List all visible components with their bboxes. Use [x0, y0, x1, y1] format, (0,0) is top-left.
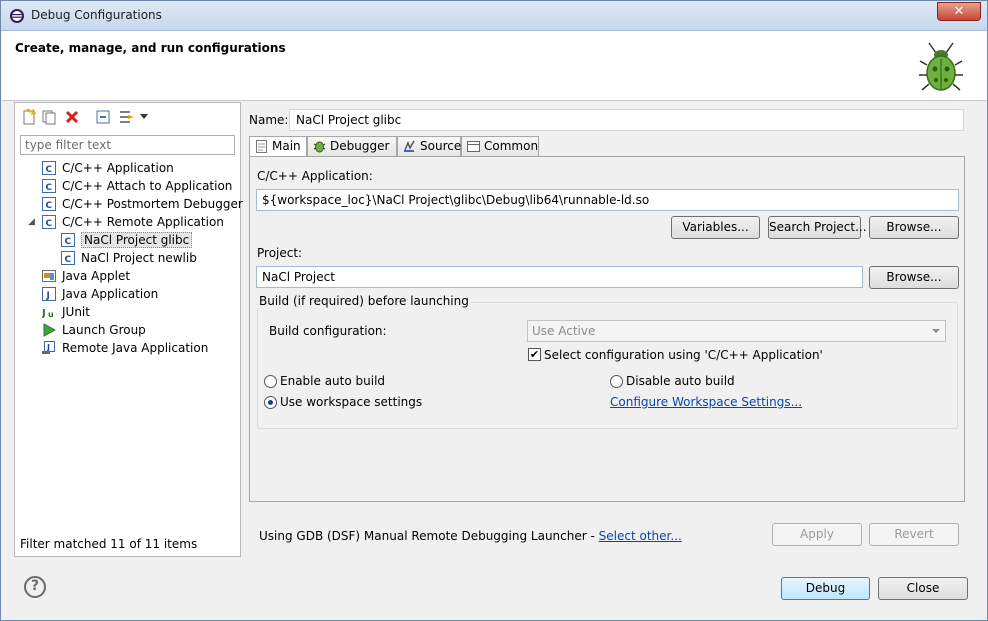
disable-auto-build-radio[interactable]: [610, 375, 623, 388]
tree-item-java-applet[interactable]: Java Applet: [42, 267, 130, 285]
tab-main[interactable]: Main: [249, 136, 307, 157]
filter-icon[interactable]: [119, 109, 135, 125]
browse-project-button[interactable]: Browse...: [869, 266, 959, 289]
c-config-icon: C: [42, 161, 56, 175]
remote-java-icon: J: [42, 341, 55, 354]
tree-item-java-application[interactable]: J Java Application: [42, 285, 158, 303]
svg-text:C: C: [46, 201, 53, 211]
launcher-text: Using GDB (DSF) Manual Remote Debugging …: [259, 529, 595, 543]
help-icon[interactable]: ?: [24, 576, 46, 598]
use-workspace-settings-label: Use workspace settings: [280, 395, 423, 409]
debug-button[interactable]: Debug: [781, 577, 870, 600]
java-applet-icon: [42, 270, 56, 282]
variables-button[interactable]: Variables...: [671, 216, 760, 239]
svg-text:C: C: [46, 219, 53, 229]
tree-item-launch-group[interactable]: Launch Group: [42, 321, 146, 339]
tree-item-remote-java[interactable]: J Remote Java Application: [42, 339, 208, 357]
configurations-toolbar: [15, 103, 240, 129]
select-other-link[interactable]: Select other...: [599, 529, 682, 543]
enable-auto-build-radio[interactable]: [264, 375, 277, 388]
svg-text:u: u: [48, 310, 54, 319]
filter-input[interactable]: [20, 135, 235, 155]
chevron-down-icon: [932, 329, 940, 333]
c-config-icon: C: [61, 251, 75, 265]
launch-group-icon: [43, 323, 56, 337]
project-label: Project:: [257, 246, 303, 260]
common-tab-icon: [467, 141, 480, 152]
tree-item-nacl-glibc[interactable]: C NaCl Project glibc: [61, 231, 193, 249]
collapse-all-icon[interactable]: [95, 109, 111, 125]
tree-item-cpp-application[interactable]: C C/C++ Application: [42, 159, 174, 177]
browse-application-button[interactable]: Browse...: [869, 216, 959, 239]
tree-item-junit[interactable]: Ju JUnit: [42, 303, 90, 321]
junit-icon: Ju: [42, 308, 54, 319]
name-label: Name:: [249, 113, 289, 127]
build-configuration-label: Build configuration:: [269, 324, 387, 338]
source-tab-icon: [404, 140, 415, 152]
svg-text:C: C: [65, 255, 72, 265]
svg-text:J: J: [42, 308, 46, 319]
window-close-button[interactable]: ✕: [937, 2, 981, 21]
application-path-field[interactable]: ${workspace_loc}\NaCl Project\glibc\Debu…: [256, 189, 959, 211]
filter-status: Filter matched 11 of 11 items: [20, 537, 198, 551]
tab-source[interactable]: Source: [397, 136, 461, 156]
c-config-icon: C: [42, 197, 56, 211]
delete-icon[interactable]: [64, 109, 80, 125]
svg-text:J: J: [46, 291, 50, 301]
svg-text:J: J: [46, 343, 50, 352]
configure-workspace-link[interactable]: Configure Workspace Settings...: [610, 395, 802, 409]
eclipse-icon: [10, 9, 24, 23]
name-field[interactable]: NaCl Project glibc: [289, 109, 964, 131]
main-tab-content: C/C++ Application: ${workspace_loc}\NaCl…: [249, 156, 965, 502]
window-title: Debug Configurations: [31, 8, 162, 22]
debugger-tab-icon: [313, 141, 326, 153]
select-config-checkbox[interactable]: ✔: [528, 348, 541, 361]
build-group-title: Build (if required) before launching: [257, 294, 471, 308]
disable-auto-build-label: Disable auto build: [626, 374, 735, 388]
tree-item-cpp-remote[interactable]: C C/C++ Remote Application: [42, 213, 224, 231]
debug-configurations-window: Debug Configurations ✕ Create, manage, a…: [0, 0, 988, 621]
header-title: Create, manage, and run configurations: [15, 41, 286, 55]
launcher-row: Using GDB (DSF) Manual Remote Debugging …: [259, 529, 682, 543]
new-config-icon[interactable]: [21, 109, 37, 125]
c-config-icon: C: [61, 233, 75, 247]
svg-text:C: C: [46, 183, 53, 193]
title-bar[interactable]: Debug Configurations ✕: [1, 1, 987, 31]
enable-auto-build-label: Enable auto build: [280, 374, 386, 388]
bug-icon: [919, 42, 963, 91]
revert-button[interactable]: Revert: [869, 523, 959, 546]
svg-text:C: C: [65, 237, 72, 247]
expanded-triangle-icon[interactable]: ◢: [28, 217, 35, 227]
tree-item-cpp-attach[interactable]: C C/C++ Attach to Application: [42, 177, 232, 195]
tree-item-cpp-postmortem[interactable]: C C/C++ Postmortem Debugger: [42, 195, 243, 213]
project-field[interactable]: NaCl Project: [256, 266, 863, 288]
application-label: C/C++ Application:: [257, 169, 373, 183]
tree-item-nacl-newlib[interactable]: C NaCl Project newlib: [61, 249, 197, 267]
search-project-button[interactable]: Search Project...: [768, 216, 867, 239]
duplicate-icon[interactable]: [41, 109, 57, 125]
build-configuration-select[interactable]: Use Active: [527, 320, 946, 342]
main-tab-icon: [256, 140, 267, 153]
svg-text:C: C: [46, 165, 53, 175]
configurations-panel: CC/C++ Application CC/C++ Attach to Appl…: [14, 102, 243, 557]
java-app-icon: J: [42, 287, 56, 301]
c-config-icon: C: [42, 179, 56, 193]
c-config-icon: C: [42, 215, 56, 229]
dialog-header: Create, manage, and run configurations: [2, 31, 987, 101]
configuration-editor: Name: NaCl Project glibc Main Debugger S…: [243, 102, 976, 557]
close-button[interactable]: Close: [878, 577, 968, 600]
tab-common[interactable]: Common: [461, 136, 539, 156]
dropdown-arrow-icon[interactable]: [139, 112, 149, 120]
tab-debugger[interactable]: Debugger: [307, 136, 397, 156]
apply-button[interactable]: Apply: [772, 523, 862, 546]
select-config-label: Select configuration using 'C/C++ Applic…: [544, 348, 823, 362]
use-workspace-settings-radio[interactable]: [264, 396, 277, 409]
